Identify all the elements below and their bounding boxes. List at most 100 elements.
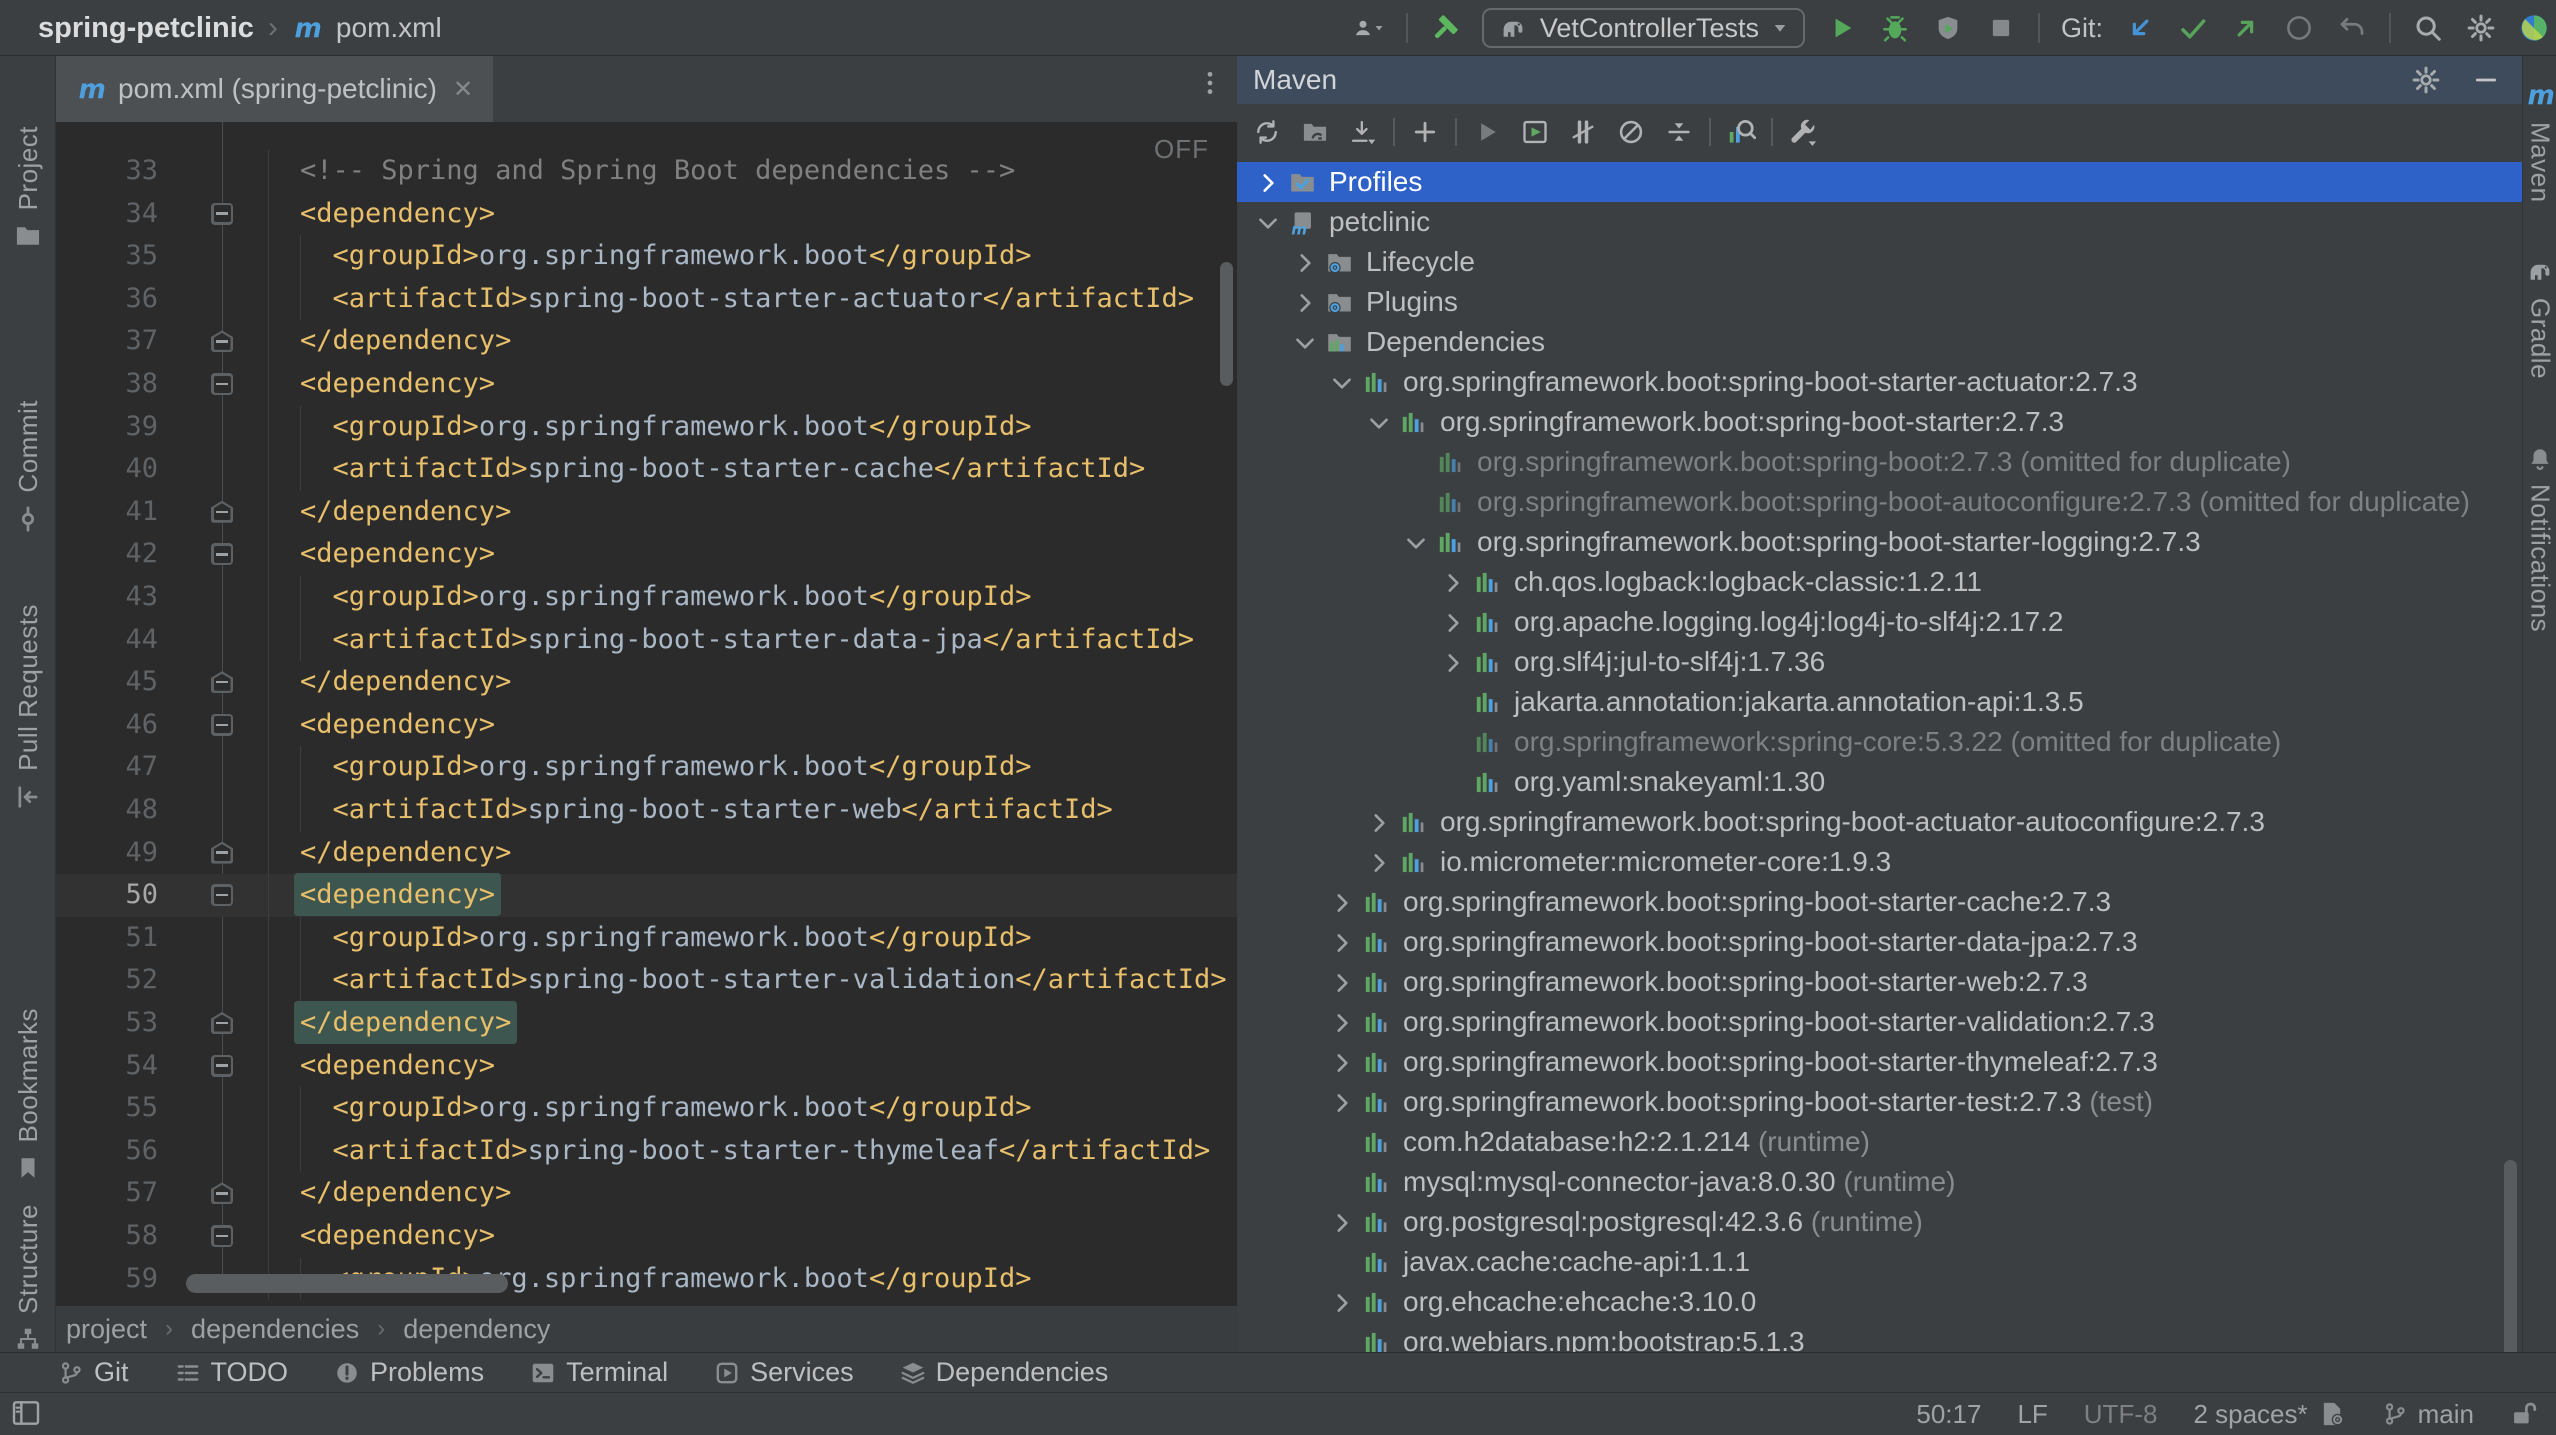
git-up-button[interactable] (2230, 10, 2262, 46)
fold-marker-icon[interactable] (211, 1012, 233, 1034)
maven-tree-row[interactable]: org.ehcache:ehcache:3.10.0 (1237, 1282, 2522, 1322)
download-button[interactable] (1339, 110, 1387, 154)
maven-settings-button[interactable] (2410, 62, 2442, 98)
maven-tree-row[interactable]: org.postgresql:postgresql:42.3.6 (runtim… (1237, 1202, 2522, 1242)
maven-tree-row[interactable]: org.webjars.npm:bootstrap:5.1.3 (1237, 1322, 2522, 1352)
maven-tree-row[interactable]: org.slf4j:jul-to-slf4j:1.7.36 (1237, 642, 2522, 682)
bug-button[interactable] (1879, 10, 1911, 46)
toolwindow-button-pull-requests[interactable]: Pull Requests (0, 604, 56, 811)
chevron-right-icon[interactable] (1292, 250, 1318, 276)
maven-tree-row[interactable]: ch.qos.logback:logback-classic:1.2.11 (1237, 562, 2522, 602)
fold-marker-icon[interactable] (211, 1182, 233, 1204)
maven-tree-row[interactable]: javax.cache:cache-api:1.1.1 (1237, 1242, 2522, 1282)
toolwindow-button-commit[interactable]: Commit (0, 400, 56, 533)
analyzer-button[interactable] (1717, 110, 1765, 154)
breadcrumb-item[interactable]: project (66, 1314, 147, 1345)
breadcrumb-item[interactable]: dependency (403, 1314, 550, 1345)
chevron-right-icon[interactable] (1329, 970, 1355, 996)
fold-marker-icon[interactable] (211, 203, 233, 225)
code-editor[interactable]: 33 <!-- Spring and Spring Boot dependenc… (56, 122, 1237, 1305)
toolwindow-button-maven[interactable]: mMaven (2523, 80, 2556, 203)
fold-marker-icon[interactable] (211, 671, 233, 693)
fold-marker-icon[interactable] (211, 714, 233, 736)
chevron-right-icon[interactable] (1440, 650, 1466, 676)
sphere-button[interactable] (2518, 10, 2550, 46)
tab-pom-xml[interactable]: m pom.xml (spring-petclinic) ✕ (56, 56, 493, 122)
run-configuration-select[interactable]: VetControllerTests (1482, 8, 1805, 48)
maven-tree-row[interactable]: org.springframework.boot:spring-boot-sta… (1237, 1042, 2522, 1082)
play-dim-button[interactable] (1463, 110, 1511, 154)
maven-tree-row[interactable]: org.springframework.boot:spring-boot-sta… (1237, 402, 2522, 442)
maven-tree-row[interactable]: org.springframework.boot:spring-boot-act… (1237, 802, 2522, 842)
hide-toolwindow-button[interactable] (2470, 62, 2502, 98)
chevron-right-icon[interactable] (1366, 850, 1392, 876)
editor-vertical-scrollbar[interactable] (1220, 262, 1233, 386)
collapse-button[interactable] (1655, 110, 1703, 154)
toolwindow-button-terminal[interactable]: Terminal (530, 1357, 668, 1388)
encoding-widget[interactable]: UTF-8 (2084, 1399, 2158, 1430)
chevron-right-icon[interactable] (1329, 1090, 1355, 1116)
clock-button[interactable] (2283, 10, 2315, 46)
git-ck-button[interactable] (2177, 10, 2209, 46)
runbox-button[interactable] (1511, 110, 1559, 154)
chevron-down-icon[interactable] (1329, 370, 1355, 396)
maven-tree-row[interactable]: Dependencies (1237, 322, 2522, 362)
user-menu-button[interactable] (1353, 10, 1385, 46)
lock-icon[interactable] (2510, 1400, 2538, 1428)
chevron-right-icon[interactable] (1440, 610, 1466, 636)
chevron-right-icon[interactable] (1292, 290, 1318, 316)
offline-button[interactable] (1607, 110, 1655, 154)
toolwindow-button-dependencies[interactable]: Dependencies (900, 1357, 1109, 1388)
fold-marker-icon[interactable] (211, 543, 233, 565)
maven-tree-row[interactable]: Profiles (1237, 162, 2522, 202)
caret-position-widget[interactable]: 50:17 (1916, 1399, 1981, 1430)
skip-button[interactable] (1559, 110, 1607, 154)
chevron-right-icon[interactable] (1329, 890, 1355, 916)
stop-button[interactable] (1985, 10, 2017, 46)
maven-tree-row[interactable]: io.micrometer:micrometer-core:1.9.3 (1237, 842, 2522, 882)
chevron-down-icon[interactable] (1292, 330, 1318, 356)
refresh-button[interactable] (1243, 110, 1291, 154)
close-icon[interactable]: ✕ (449, 75, 473, 104)
fold-marker-icon[interactable] (211, 501, 233, 523)
indent-widget[interactable]: 2 spaces* (2193, 1399, 2345, 1430)
inspection-highlight-widget[interactable]: OFF (1154, 134, 1209, 165)
toolwindow-button-structure[interactable]: Structure (0, 1204, 56, 1352)
plus-button[interactable] (1401, 110, 1449, 154)
fold-marker-icon[interactable] (211, 884, 233, 906)
toolwindow-button-problems[interactable]: Problems (334, 1357, 484, 1388)
fold-marker-icon[interactable] (211, 330, 233, 352)
breadcrumb-item[interactable]: dependencies (191, 1314, 359, 1345)
toolwindow-button-gradle[interactable]: Gradle (2523, 256, 2556, 379)
toolwindow-button-git[interactable]: Git (58, 1357, 129, 1388)
maven-tree-row[interactable]: org.springframework:spring-core:5.3.22 (… (1237, 722, 2522, 762)
toolwindow-button-todo[interactable]: TODO (175, 1357, 289, 1388)
fold-marker-icon[interactable] (211, 1225, 233, 1247)
undo-button[interactable] (2336, 10, 2368, 46)
chevron-right-icon[interactable] (1329, 1290, 1355, 1316)
maven-tree-row[interactable]: mysql:mysql-connector-java:8.0.30 (runti… (1237, 1162, 2522, 1202)
maven-tree-row[interactable]: m petclinic (1237, 202, 2522, 242)
fold-marker-icon[interactable] (211, 842, 233, 864)
chevron-right-icon[interactable] (1329, 1210, 1355, 1236)
git-branch-widget[interactable]: main (2382, 1399, 2474, 1430)
maven-tree-row[interactable]: org.springframework.boot:spring-boot-sta… (1237, 1082, 2522, 1122)
maven-tree-row[interactable]: com.h2database:h2:2.1.214 (runtime) (1237, 1122, 2522, 1162)
chevron-down-icon[interactable] (1255, 210, 1281, 236)
search-button[interactable] (2412, 10, 2444, 46)
maven-tree-row[interactable]: org.springframework.boot:spring-boot-sta… (1237, 362, 2522, 402)
maven-tree-row[interactable]: org.springframework.boot:spring-boot-aut… (1237, 482, 2522, 522)
maven-tree-row[interactable]: org.springframework.boot:spring-boot-sta… (1237, 922, 2522, 962)
play-button[interactable] (1826, 10, 1858, 46)
maven-tree-row[interactable]: org.apache.logging.log4j:log4j-to-slf4j:… (1237, 602, 2522, 642)
toolwindow-button-services[interactable]: Services (714, 1357, 854, 1388)
chevron-right-icon[interactable] (1329, 930, 1355, 956)
maven-tree-row[interactable]: org.springframework.boot:spring-boot:2.7… (1237, 442, 2522, 482)
hammer-button[interactable] (1429, 10, 1461, 46)
fold-marker-icon[interactable] (211, 373, 233, 395)
folder-sync-button[interactable] (1291, 110, 1339, 154)
wrench-button[interactable] (1779, 110, 1827, 154)
maven-tree-row[interactable]: org.springframework.boot:spring-boot-sta… (1237, 522, 2522, 562)
line-separator-widget[interactable]: LF (2017, 1399, 2047, 1430)
chevron-down-icon[interactable] (1366, 410, 1392, 436)
